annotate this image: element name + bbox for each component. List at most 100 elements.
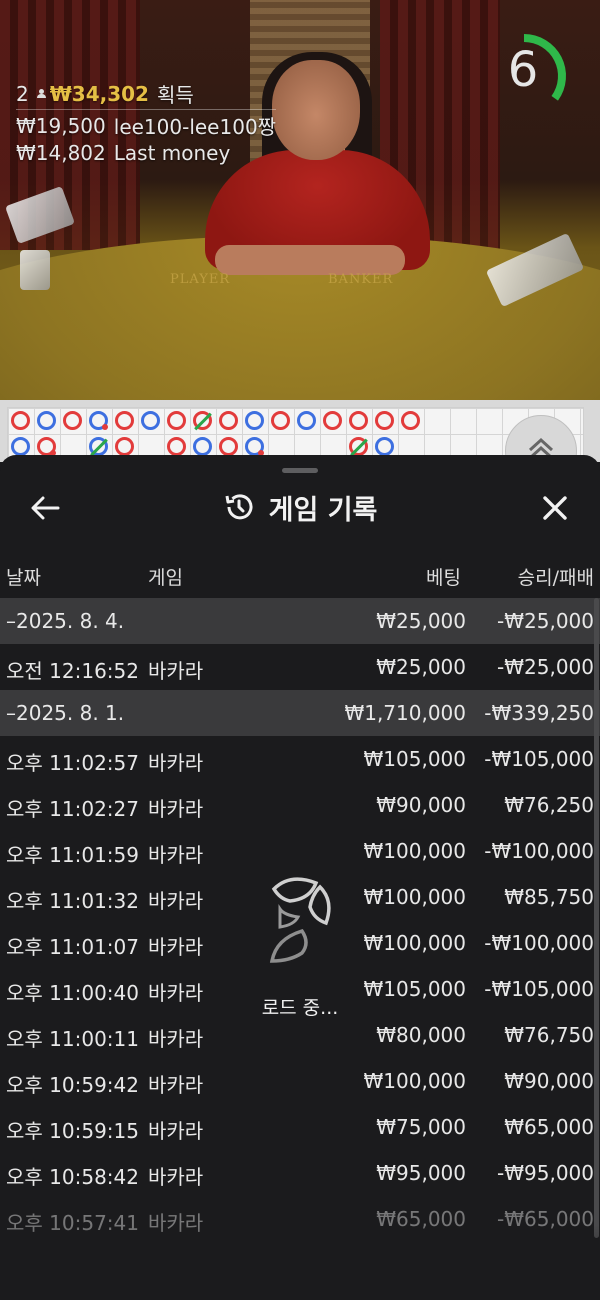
timer-count: 6	[507, 42, 539, 98]
date-group-row[interactable]: –2025. 8. 4. ₩25,000 -₩25,000	[0, 598, 600, 644]
row-result: -₩100,000	[484, 931, 594, 955]
winner-amount: ₩14,802	[16, 140, 106, 165]
row-time: 오후 11:00:11	[6, 1027, 139, 1051]
drag-handle[interactable]	[282, 468, 318, 473]
bead-banker	[115, 437, 134, 456]
card-stack	[20, 250, 50, 290]
row-game: 바카라	[148, 981, 204, 1005]
row-bet: ₩95,000	[376, 1161, 466, 1185]
winners-count: 2	[16, 81, 29, 106]
live-video-stream[interactable]: PLAYER BANKER 2 ₩34,302 획득 ₩19,500 lee10…	[0, 0, 600, 400]
row-game: 바카라	[148, 659, 204, 683]
row-result: -₩105,000	[484, 977, 594, 1001]
bead-player	[297, 411, 316, 430]
row-game: 바카라	[148, 1073, 204, 1097]
group-date: –2025. 8. 4.	[6, 609, 125, 633]
betting-timer: 6	[482, 20, 578, 132]
row-bet: ₩105,000	[363, 747, 466, 771]
table-banker-label: BANKER	[328, 272, 394, 287]
row-game: 바카라	[148, 935, 204, 959]
row-result: ₩65,000	[504, 1115, 594, 1139]
total-win-amount: ₩34,302	[49, 81, 149, 106]
date-group-row[interactable]: –2025. 8. 1. ₩1,710,000 -₩339,250	[0, 690, 600, 736]
column-result: 승리/패배	[517, 567, 594, 589]
column-date: 날짜	[6, 567, 41, 589]
row-bet: ₩90,000	[376, 793, 466, 817]
row-result: -₩25,000	[497, 609, 594, 633]
history-column-headers: 날짜 게임 베팅 승리/패배	[0, 559, 600, 597]
bead-banker	[167, 411, 186, 430]
row-time: 오후 11:01:07	[6, 935, 139, 959]
row-result: -₩339,250	[484, 701, 594, 725]
bead-banker	[375, 411, 394, 430]
row-bet: ₩100,000	[363, 931, 466, 955]
winner-name: Last money	[113, 140, 231, 165]
row-bet: ₩1,710,000	[344, 701, 466, 725]
row-time: 오후 10:59:15	[6, 1119, 139, 1143]
close-icon[interactable]	[538, 491, 572, 525]
loading-text: 로드 중...	[261, 997, 339, 1019]
bead-banker	[11, 411, 30, 430]
bead-road-grid	[7, 407, 584, 461]
winners-summary: 2 ₩34,302 획득	[16, 80, 277, 110]
history-row[interactable]: 오후 10:59:42 바카라 ₩100,000 ₩90,000	[0, 1058, 600, 1104]
bead-banker	[401, 411, 420, 430]
bead-banker	[219, 411, 238, 430]
scrollbar[interactable]	[594, 598, 599, 1238]
row-bet: ₩105,000	[363, 977, 466, 1001]
row-time: 오후 11:02:57	[6, 751, 139, 775]
win-label: 획득	[156, 83, 194, 107]
row-game: 바카라	[148, 1165, 204, 1189]
winner-line: ₩19,500 lee100-lee100짱	[16, 112, 276, 140]
history-row[interactable]: 오전 12:16:52 바카라 ₩25,000 -₩25,000	[0, 644, 600, 690]
row-bet: ₩25,000	[376, 655, 466, 679]
winner-line: ₩14,802 Last money	[16, 139, 276, 166]
history-row[interactable]: 오후 11:02:57 바카라 ₩105,000 -₩105,000	[0, 736, 600, 782]
history-row[interactable]: 오후 11:02:27 바카라 ₩90,000 ₩76,250	[0, 782, 600, 828]
row-bet: ₩25,000	[376, 609, 466, 633]
bead-player	[11, 437, 30, 456]
bead-player	[193, 437, 212, 456]
bead-banker	[349, 411, 368, 430]
row-time: 오후 11:00:40	[6, 981, 139, 1005]
winner-amount: ₩19,500	[16, 113, 106, 138]
row-result: -₩25,000	[497, 655, 594, 679]
person-icon	[36, 89, 46, 98]
column-game: 게임	[148, 567, 183, 589]
loading-indicator: 로드 중...	[250, 865, 350, 1019]
winnings-overlay: 2 ₩34,302 획득 ₩19,500 lee100-lee100짱 ₩14,…	[16, 80, 277, 166]
bead-tie	[193, 411, 212, 430]
row-bet: ₩75,000	[376, 1115, 466, 1139]
bead-tie	[349, 437, 368, 456]
row-bet: ₩100,000	[363, 1069, 466, 1093]
group-date: –2025. 8. 1.	[6, 701, 125, 725]
row-result: -₩100,000	[484, 839, 594, 863]
history-icon	[225, 494, 253, 520]
bead-banker	[167, 437, 186, 456]
bead-player	[245, 411, 264, 430]
row-time: 오후 11:01:32	[6, 889, 139, 913]
history-row[interactable]: 오후 10:58:42 바카라 ₩95,000 -₩95,000	[0, 1150, 600, 1196]
bead-banker	[37, 437, 56, 456]
row-game: 바카라	[148, 843, 204, 867]
table-player-label: PLAYER	[170, 272, 231, 287]
row-result: -₩105,000	[484, 747, 594, 771]
row-result: ₩76,750	[504, 1023, 594, 1047]
column-bet: 베팅	[426, 567, 461, 589]
bead-banker	[219, 437, 238, 456]
row-time: 오후 11:01:59	[6, 843, 139, 867]
row-bet: ₩100,000	[363, 839, 466, 863]
row-game: 바카라	[148, 751, 204, 775]
bead-player	[245, 437, 264, 456]
history-row[interactable]: 오후 10:59:15 바카라 ₩75,000 ₩65,000	[0, 1104, 600, 1150]
list-bottom-fade	[0, 1225, 600, 1300]
row-bet: ₩100,000	[363, 885, 466, 909]
row-time: 오후 10:58:42	[6, 1165, 139, 1189]
row-game: 바카라	[148, 1027, 204, 1051]
row-time: 오후 11:02:27	[6, 797, 139, 821]
row-result: -₩95,000	[497, 1161, 594, 1185]
row-result: ₩76,250	[504, 793, 594, 817]
bead-player	[89, 411, 108, 430]
bead-banker	[115, 411, 134, 430]
row-result: ₩90,000	[504, 1069, 594, 1093]
